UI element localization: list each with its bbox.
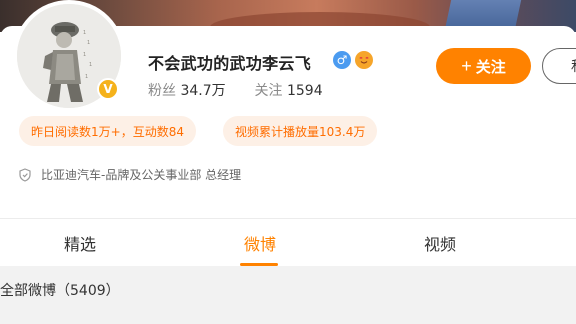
profile-card: 111 11 V 不会武功的武功李云飞 ♂ 粉丝 34.7万 关注 1594 +… xyxy=(0,0,576,216)
svg-text:1: 1 xyxy=(83,52,86,58)
organization-text: 比亚迪汽车-品牌及公关事业部 总经理 xyxy=(41,168,242,182)
svg-text:1: 1 xyxy=(87,40,90,46)
verified-v-icon: V xyxy=(97,78,119,100)
fans-label: 粉丝 xyxy=(148,83,176,99)
svg-text:1: 1 xyxy=(83,30,86,36)
message-label: 私 xyxy=(571,56,576,76)
tab-featured[interactable]: 精选 xyxy=(40,219,120,267)
organization-info: 比亚迪汽车-品牌及公关事业部 总经理 xyxy=(19,166,241,183)
following-label: 关注 xyxy=(254,83,283,99)
all-posts-filter[interactable]: 全部微博（5409） xyxy=(0,280,120,300)
tab-video[interactable]: 视频 xyxy=(400,219,480,267)
fans-value[interactable]: 34.7万 xyxy=(180,83,225,99)
male-gender-icon: ♂ xyxy=(333,51,351,69)
message-button[interactable]: 私 xyxy=(542,48,576,84)
tab-weibo[interactable]: 微博 xyxy=(220,219,300,267)
feed-filter-bar: 全部微博（5409） xyxy=(0,266,576,324)
follow-button[interactable]: + 关注 xyxy=(436,48,531,84)
follow-label: 关注 xyxy=(475,58,506,76)
read-stats-tag: 昨日阅读数1万+，互动数84 xyxy=(19,116,196,146)
profile-stats: 粉丝 34.7万 关注 1594 xyxy=(148,80,323,100)
video-stats-tag: 视频累计播放量103.4万 xyxy=(223,116,378,146)
svg-text:1: 1 xyxy=(85,74,88,80)
profile-tabs: 精选 微博 视频 xyxy=(0,218,576,266)
plus-icon: + xyxy=(461,55,472,76)
svg-text:1: 1 xyxy=(89,62,92,68)
profile-name: 不会武功的武功李云飞 xyxy=(148,54,312,73)
smiley-badge-icon xyxy=(355,51,373,69)
following-value[interactable]: 1594 xyxy=(287,83,323,99)
shield-icon xyxy=(19,167,31,182)
